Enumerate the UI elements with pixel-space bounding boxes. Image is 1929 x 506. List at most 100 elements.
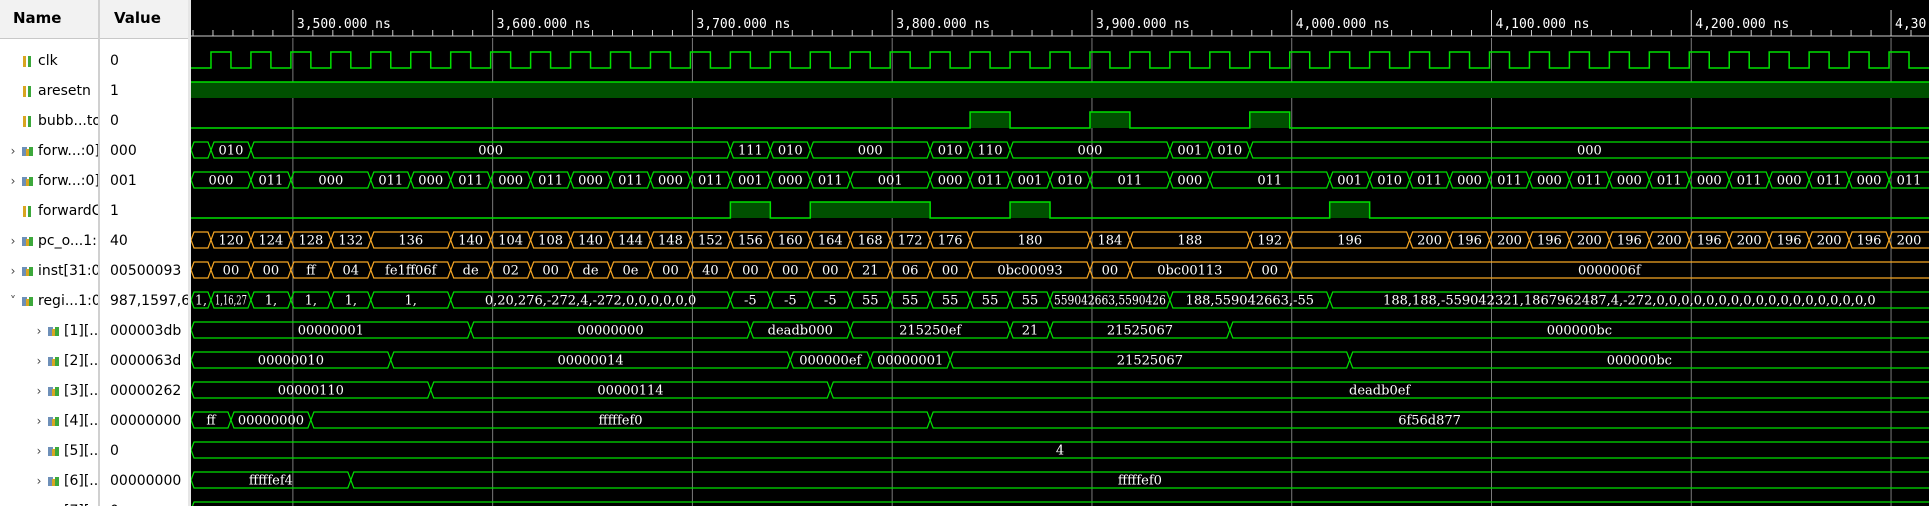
- wave-regs[interactable]: 1, 1,16,27 1, 1, 1, 1, 0,20,276,-272,4,-272,0,…: [191, 291, 1929, 309]
- expand-chevron-icon[interactable]: ›: [34, 406, 44, 436]
- bit-signal-icon: [23, 206, 31, 217]
- wave-forwardB[interactable]: 000 011 000 011 000 011 000 011 000 011 000 011 001 0…: [191, 171, 1929, 189]
- signal-row-r1[interactable]: › [1][...: [0, 316, 98, 346]
- expand-chevron-icon[interactable]: ›: [34, 346, 44, 376]
- waveform-area[interactable]: 3,500.000 ns 3,600.000 ns 3,700.000 ns 3,80…: [191, 0, 1929, 506]
- bus-value-label: 55: [982, 294, 999, 309]
- value-row-pc[interactable]: 40: [100, 226, 188, 256]
- expand-chevron-icon[interactable]: ›: [8, 226, 18, 256]
- bus-value-label: 0000006f: [1578, 264, 1642, 279]
- bus-value-label: -5: [784, 294, 797, 309]
- bus-signal-icon: [22, 177, 33, 186]
- bus-value-label: 00: [263, 264, 280, 279]
- wave-r2[interactable]: 00000010 00000014 000000ef 00000001 21525067…: [191, 351, 1929, 369]
- signal-row-r4[interactable]: › [4][...: [0, 406, 98, 436]
- signal-row-bubble[interactable]: bubb...to: [0, 106, 98, 136]
- signal-name: [1][...: [64, 323, 98, 339]
- high-level-fill: [1329, 202, 1370, 218]
- bus-segment: [191, 261, 212, 279]
- expand-chevron-icon[interactable]: ›: [34, 436, 44, 466]
- wave-inst[interactable]: 00 00 ff 04 fe1ff06f de 02 00 de 0e 00 40 00 00 00 21 06…: [191, 261, 1929, 279]
- value-column-header[interactable]: Value: [100, 0, 188, 39]
- wave-forwardA[interactable]: 010 000 111 010 000 010 110 000 001 010 000: [191, 141, 1929, 159]
- bus-value-label: 011: [1577, 174, 1602, 189]
- signal-row-r2[interactable]: › [2][...: [0, 346, 98, 376]
- expand-chevron-icon[interactable]: ›: [34, 316, 44, 346]
- signal-row-forwardB[interactable]: › forw...:0]: [0, 166, 98, 196]
- value-row-regs[interactable]: 987,1597,61: [100, 286, 188, 316]
- wave-bubble[interactable]: [191, 111, 1929, 129]
- expand-chevron-icon[interactable]: ›: [34, 466, 44, 496]
- signal-row-pc[interactable]: › pc_o...1:: [0, 226, 98, 256]
- wave-r5[interactable]: 4: [191, 441, 1929, 459]
- value-row-r3[interactable]: 00000262: [100, 376, 188, 406]
- signal-row-regs[interactable]: ˅ regi...1:0: [0, 286, 98, 316]
- expand-chevron-icon[interactable]: ›: [8, 256, 18, 286]
- signal-row-r6[interactable]: › [6][...: [0, 466, 98, 496]
- bus-value-label: 000: [778, 174, 803, 189]
- value-row-bubble[interactable]: 0: [100, 106, 188, 136]
- bus-value-label: 000: [478, 144, 503, 159]
- wave-aresetn[interactable]: [191, 81, 1929, 98]
- collapse-chevron-icon[interactable]: ˅: [8, 286, 18, 316]
- signal-name: [4][...: [64, 413, 98, 429]
- wave-forwardC[interactable]: [191, 201, 1929, 219]
- wave-clk[interactable]: [191, 51, 1929, 69]
- signal-name: regi...1:0: [38, 293, 98, 309]
- bus-value-label: 000000bc: [1547, 324, 1612, 339]
- wave-r4[interactable]: ff 00000000 fffffef0 6f56d877: [191, 411, 1929, 429]
- value-row-r5[interactable]: 0: [100, 436, 188, 466]
- bus-value-label: ff: [306, 264, 317, 279]
- signal-row-aresetn[interactable]: aresetn: [0, 76, 98, 106]
- expand-chevron-icon[interactable]: ›: [34, 376, 44, 406]
- wave-r7[interactable]: [191, 501, 1929, 506]
- value-row-r1[interactable]: 000003db: [100, 316, 188, 346]
- expand-chevron-icon[interactable]: ›: [8, 166, 18, 196]
- signal-row-r5[interactable]: › [5][...: [0, 436, 98, 466]
- value-row-forwardB[interactable]: 001: [100, 166, 188, 196]
- bus-signal-icon: [22, 267, 33, 276]
- bus-value-label: 188: [1177, 234, 1202, 249]
- bus-value-label: 136: [398, 234, 423, 249]
- expand-chevron-icon[interactable]: ›: [8, 136, 18, 166]
- time-ruler[interactable]: 3,500.000 ns 3,600.000 ns 3,700.000 ns 3,80…: [191, 10, 1929, 37]
- value-row-forwardC[interactable]: 1: [100, 196, 188, 226]
- value-row-aresetn[interactable]: 1: [100, 76, 188, 106]
- value-row-r7[interactable]: 0: [100, 496, 188, 506]
- bus-value-label: 144: [618, 234, 643, 249]
- value-row-inst[interactable]: 00500093: [100, 256, 188, 286]
- expand-chevron-icon[interactable]: ›: [34, 496, 44, 506]
- bus-value-label: 184: [1098, 234, 1123, 249]
- value-row-clk[interactable]: 0: [100, 46, 188, 76]
- signal-name: aresetn: [38, 83, 91, 99]
- name-column-header[interactable]: Name: [0, 0, 98, 39]
- bus-value-label: 04: [343, 264, 360, 279]
- signal-row-clk[interactable]: clk: [0, 46, 98, 76]
- signal-name: forw...:0]: [38, 173, 98, 189]
- value-row-r2[interactable]: 0000063d: [100, 346, 188, 376]
- bus-value-label: 196: [1697, 234, 1722, 249]
- bus-segment: [191, 231, 212, 249]
- bus-value-label: de: [583, 264, 599, 279]
- ruler-tick-label: 3,500.000 ns: [297, 17, 391, 32]
- signal-row-forwardA[interactable]: › forw...:0]: [0, 136, 98, 166]
- wave-r3[interactable]: 00000110 00000114 deadb0ef: [191, 381, 1929, 399]
- waveform-viewer: Name clk aresetn bubb...to › forw...:0] › forw…: [0, 0, 1929, 506]
- waveform-canvas[interactable]: 3,500.000 ns 3,600.000 ns 3,700.000 ns 3,80…: [191, 0, 1929, 506]
- wave-r1[interactable]: 00000001 00000000 deadb000 215250ef 21 215250…: [191, 321, 1929, 339]
- signal-row-r7[interactable]: › [7][...: [0, 496, 98, 506]
- bus-segment: [191, 141, 212, 159]
- bus-value-label: fffffef0: [598, 414, 642, 429]
- signal-row-inst[interactable]: › inst[31:0: [0, 256, 98, 286]
- signal-row-forwardC[interactable]: forwardC: [0, 196, 98, 226]
- bus-signal-icon: [48, 477, 59, 486]
- bus-value-label: 168: [858, 234, 883, 249]
- wave-pc[interactable]: 120 124 128 132 136 140 104 108 140 144 148 152 156 1…: [191, 231, 1929, 249]
- bus-value-label: 55: [1022, 294, 1039, 309]
- bus-value-label: 001: [1018, 174, 1043, 189]
- value-row-r6[interactable]: 00000000: [100, 466, 188, 496]
- value-row-r4[interactable]: 00000000: [100, 406, 188, 436]
- wave-r6[interactable]: fffffef4 fffffef0: [191, 471, 1929, 489]
- signal-row-r3[interactable]: › [3][...: [0, 376, 98, 406]
- value-row-forwardA[interactable]: 000: [100, 136, 188, 166]
